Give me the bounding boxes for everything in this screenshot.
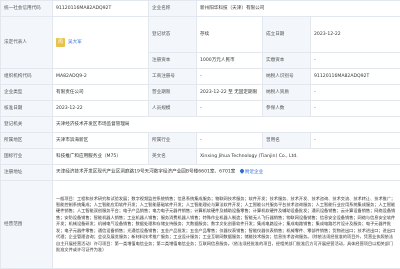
credit-code-label: 统一社会信用代码 [1,1,53,17]
est-date-label: 成立日期 [263,17,311,53]
reg-address-value: 天津经济技术开发区现代产业区洞庭路19号天河数字经济产业园B号楼6601室、67… [56,170,235,175]
taxpayer-qual-label: 纳税人资质 [263,85,311,101]
legal-rep-label: 法定代表人 [1,17,53,69]
company-name-value: 新州阳华科技（天津）有限公司 [197,1,400,17]
company-type-value: 有限责任公司 [53,85,149,101]
biz-term-label: 营业期限 [149,85,197,101]
region-label: 所属地区 [1,133,53,149]
table-row: 法定代表人 周 吴大军 登记状态 存续 成立日期 2023-12-22 [1,17,400,53]
org-code-value: MA82ADQ9-2 [53,69,149,85]
avatar: 周 [56,38,65,47]
legal-rep-cell: 周 吴大军 [53,17,149,69]
table-row: 经营范围 一般项目：工程和技术研究和试验发展；数字视频监控系统销售；信息系统集成… [1,181,400,269]
org-code-label: 组织机构代码 [1,69,53,85]
staff-size-label: 人员规模 [149,101,197,117]
nearby-companies-link[interactable]: 附近企业 [240,170,263,175]
biz-scope-label: 经营范围 [1,181,53,269]
english-name-value: Xinxing Jihua Technology (Tianjin) Co., … [197,149,400,165]
staff-size-value: - [197,101,263,117]
reg-authority-value: 天津经济技术开发区市场监督管理局 [53,117,400,133]
legal-rep: 周 吴大军 [56,38,145,47]
company-name-label: 企业名称 [149,1,197,17]
reg-capital-value: 1000万元人民币 [197,53,263,69]
map-pin-icon [239,168,245,174]
intl-industry-label: 国标行业 [1,149,53,165]
used-name-label: 曾用名 [263,133,311,149]
company-info-sheet: 统一社会信用代码 91120116MA82ADQ92T 企业名称 新州阳华科技（… [0,0,400,266]
biz-term-value: 2023-12-22 至 无固定期限 [197,85,263,101]
region-value: 天津市滨海新区 [53,133,149,149]
biz-scope-value: 一般项目：工程和技术研究和试验发展；数字视频监控系统销售；信息系统集成服务；物联… [53,181,400,269]
table-row: 企业类型 有限责任公司 营业期限 2023-12-22 至 无固定期限 纳税人资… [1,85,400,101]
company-type-label: 企业类型 [1,85,53,101]
table-row: 组织机构代码 MA82ADQ9-2 工商注册号 - 纳税人识别号 9112011… [1,69,400,85]
table-row: 国标行业 科技推广和应用服务业（M75） 英文名 Xinxing Jihua T… [1,149,400,165]
taxpayer-qual-value: - [311,85,400,101]
reg-authority-label: 登记机关 [1,117,53,133]
credit-code-value: 91120116MA82ADQ92T [53,1,149,17]
reg-capital-label: 注册资本 [149,53,197,69]
table-row: 核准日期 2023-12-22 人员规模 - 参保人数 - [1,101,400,117]
reg-status-value: 存续 [197,17,263,53]
reg-address-cell: 天津经济技术开发区现代产业区洞庭路19号天河数字经济产业园B号楼6601室、67… [53,165,400,181]
taxpayer-id-value: 91120116MA82ADQ92T [311,69,400,85]
reg-address-label: 注册地址 [1,165,53,181]
est-date-value: 2023-12-22 [311,17,400,53]
table-row: 所属地区 天津市滨海新区 所属行业 - 曾用名 - [1,133,400,149]
insured-label: 参保人数 [263,101,311,117]
legal-rep-name-link[interactable]: 吴大军 [68,40,82,46]
approval-date-label: 核准日期 [1,101,53,117]
english-name-label: 英文名 [149,149,197,165]
intl-industry-value: 科技推广和应用服务业（M75） [53,149,149,165]
table-row: 注册地址 天津经济技术开发区现代产业区洞庭路19号天河数字经济产业园B号楼660… [1,165,400,181]
biz-reg-no-value: - [197,69,263,85]
industry-value: - [197,133,263,149]
taxpayer-id-label: 纳税人识别号 [263,69,311,85]
insured-value: - [311,101,400,117]
industry-label: 所属行业 [149,133,197,149]
biz-reg-no-label: 工商注册号 [149,69,197,85]
approval-date-value: 2023-12-22 [53,101,149,117]
paidin-capital-value: - [311,53,400,69]
reg-status-label: 登记状态 [149,17,197,53]
used-name-value: - [311,133,400,149]
paidin-capital-label: 实缴资本 [263,53,311,69]
table-row: 统一社会信用代码 91120116MA82ADQ92T 企业名称 新州阳华科技（… [1,1,400,17]
nearby-companies-label: 附近企业 [245,170,263,175]
table-row: 登记机关 天津经济技术开发区市场监督管理局 [1,117,400,133]
company-info-table: 统一社会信用代码 91120116MA82ADQ92T 企业名称 新州阳华科技（… [0,0,400,269]
